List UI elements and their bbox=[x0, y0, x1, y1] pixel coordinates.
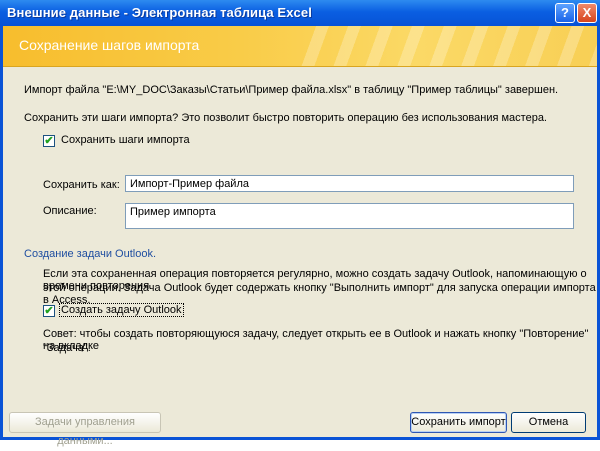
save-steps-label[interactable]: Сохранить шаги импорта bbox=[61, 134, 190, 146]
title-bar[interactable]: Внешние данные - Электронная таблица Exc… bbox=[0, 0, 600, 26]
window-title: Внешние данные - Электронная таблица Exc… bbox=[7, 5, 312, 20]
dialog-window: Внешние данные - Электронная таблица Exc… bbox=[0, 0, 600, 447]
banner-decoration bbox=[297, 26, 597, 66]
save-steps-checkbox[interactable]: ✔ bbox=[43, 135, 55, 147]
create-outlook-task-label[interactable]: Создать задачу Outlook bbox=[59, 303, 184, 317]
create-outlook-task-checkbox[interactable]: ✔ bbox=[43, 305, 55, 317]
cancel-button[interactable]: Отмена bbox=[511, 412, 586, 433]
tip-line-1: Совет: чтобы создать повторяющуюся задач… bbox=[43, 328, 589, 352]
save-as-input[interactable]: Импорт-Пример файла bbox=[125, 175, 574, 192]
save-import-button[interactable]: Сохранить импорт bbox=[410, 412, 507, 433]
import-status-text: Импорт файла "E:\MY_DOC\Заказы\Статьи\Пр… bbox=[24, 84, 559, 96]
description-label: Описание: bbox=[43, 205, 97, 217]
banner-title: Сохранение шагов импорта bbox=[19, 37, 200, 53]
dialog-body: Сохранение шагов импорта Импорт файла "E… bbox=[3, 26, 597, 447]
help-button[interactable]: ? bbox=[555, 3, 575, 23]
close-button[interactable]: X bbox=[577, 3, 597, 23]
outlook-task-heading: Создание задачи Outlook. bbox=[24, 248, 157, 260]
save-as-label: Сохранить как: bbox=[43, 179, 120, 191]
header-banner: Сохранение шагов импорта bbox=[3, 26, 597, 67]
tip-line-2: "Задача". bbox=[43, 342, 91, 354]
description-input[interactable]: Пример импорта bbox=[125, 203, 574, 229]
manage-data-tasks-button[interactable]: Задачи управления данными... bbox=[9, 412, 161, 447]
save-question-text: Сохранить эти шаги импорта? Это позволит… bbox=[24, 112, 547, 124]
